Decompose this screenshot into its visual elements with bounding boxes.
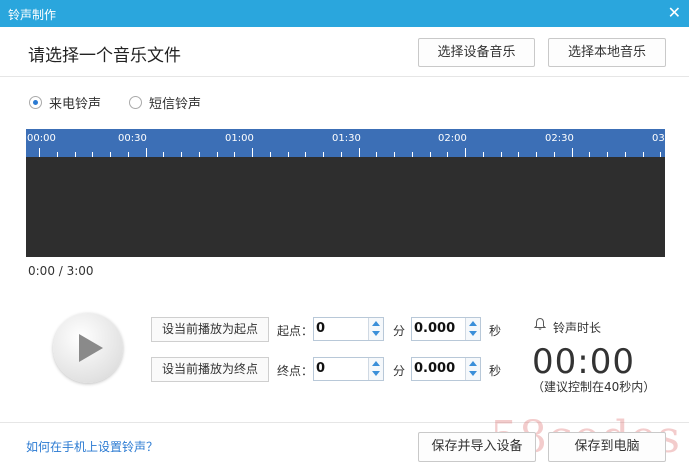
timeline-tick-mark <box>465 148 466 157</box>
end-label: 终点： <box>277 364 314 378</box>
radio-sms-ringtone[interactable]: 短信铃声 <box>129 93 201 112</box>
minute-unit: 分 <box>393 364 406 378</box>
timeline-tick-mark <box>163 152 165 157</box>
timeline-tick-mark <box>447 152 449 157</box>
timeline-tick-mark <box>234 152 236 157</box>
timeline-tick-mark <box>305 152 307 157</box>
minute-unit: 分 <box>393 324 406 338</box>
timeline-tick-mark <box>358 148 360 157</box>
bell-icon <box>533 317 547 330</box>
timeline-tick-mark <box>518 152 520 157</box>
window-title: 铃声制作 <box>8 8 57 22</box>
increment-icon[interactable] <box>469 361 477 366</box>
start-second-stepper[interactable]: 0.000 <box>411 317 481 341</box>
timeline-tick-mark <box>553 152 555 157</box>
start-second-value[interactable]: 0.000 <box>414 321 455 336</box>
timeline-tick-mark <box>287 152 289 157</box>
radio-call-ringtone-label: 来电铃声 <box>49 97 102 112</box>
timeline-tick-mark <box>340 152 342 157</box>
timeline-tick-mark <box>181 152 182 157</box>
decrement-icon[interactable] <box>469 371 477 376</box>
timeline-ruler[interactable]: 00:00 00:30 01:00 01:30 02:00 02:30 03 <box>26 129 665 157</box>
playback-time: 0:00 / 3:00 <box>28 264 94 278</box>
duration-value: 00:00 <box>532 342 635 382</box>
title-bar: 铃声制作 ✕ <box>0 0 689 27</box>
timeline-tick-mark <box>500 152 502 157</box>
timeline-tick-mark <box>252 148 253 157</box>
radio-unselected-icon <box>129 96 142 109</box>
timeline-tick-mark <box>269 152 271 157</box>
help-link[interactable]: 如何在手机上设置铃声？ <box>26 438 158 455</box>
set-end-button[interactable]: 设当前播放为终点 <box>151 357 269 382</box>
timeline-tick-mark <box>660 152 662 157</box>
timeline-tick-mark <box>589 152 591 157</box>
second-unit: 秒 <box>489 324 502 338</box>
start-label: 起点： <box>277 324 314 338</box>
select-local-music-button[interactable]: 选择本地音乐 <box>548 38 666 67</box>
timeline-tick-mark <box>411 152 413 157</box>
timeline-tick-mark <box>624 152 626 157</box>
timeline-tick-mark <box>536 152 537 157</box>
increment-icon[interactable] <box>469 321 477 326</box>
timeline-tick-mark <box>429 152 431 157</box>
radio-selected-icon <box>29 96 42 109</box>
timeline-tick-label: 02:00 <box>438 133 467 144</box>
play-icon <box>79 334 103 362</box>
increment-icon[interactable] <box>372 321 380 326</box>
timeline-tick-mark <box>482 152 484 157</box>
duration-label: 铃声时长 <box>553 321 602 335</box>
end-minute-stepper[interactable]: 0 <box>313 357 384 381</box>
duration-hint: （建议控制在40秒内） <box>532 380 656 394</box>
timeline-tick-mark <box>394 152 395 157</box>
timeline-tick-label: 03 <box>652 133 665 144</box>
header-divider <box>0 76 689 77</box>
timeline-tick-label: 00:00 <box>27 133 56 144</box>
set-start-button[interactable]: 设当前播放为起点 <box>151 317 269 342</box>
timeline-tick-mark <box>145 148 147 157</box>
end-second-value[interactable]: 0.000 <box>414 361 455 376</box>
timeline-tick-mark <box>56 152 58 157</box>
timeline-tick-mark <box>110 152 111 157</box>
radio-call-ringtone[interactable]: 来电铃声 <box>29 93 101 112</box>
timeline-tick-mark <box>198 152 200 157</box>
timeline-tick-label: 01:00 <box>225 133 254 144</box>
decrement-icon[interactable] <box>372 331 380 336</box>
timeline-tick-mark <box>323 152 324 157</box>
waveform-area[interactable]: 00:00 00:30 01:00 01:30 02:00 02:30 03 <box>26 129 665 257</box>
page-title: 请选择一个音乐文件 <box>28 46 181 66</box>
save-to-pc-button[interactable]: 保存到电脑 <box>548 432 666 462</box>
timeline-tick-mark <box>216 152 218 157</box>
second-unit: 秒 <box>489 364 502 378</box>
increment-icon[interactable] <box>372 361 380 366</box>
timeline-tick-mark <box>376 152 378 157</box>
timeline-tick-mark <box>571 148 573 157</box>
timeline-tick-label: 00:30 <box>118 133 147 144</box>
select-device-music-button[interactable]: 选择设备音乐 <box>418 38 535 67</box>
play-button[interactable] <box>53 313 123 383</box>
close-icon[interactable]: ✕ <box>668 3 681 22</box>
end-minute-value[interactable]: 0 <box>316 361 325 376</box>
timeline-tick-mark <box>39 148 40 157</box>
timeline-tick-mark <box>607 152 608 157</box>
decrement-icon[interactable] <box>469 331 477 336</box>
timeline-tick-label: 01:30 <box>332 133 361 144</box>
timeline-tick-mark <box>74 152 76 157</box>
decrement-icon[interactable] <box>372 371 380 376</box>
start-minute-value[interactable]: 0 <box>316 321 325 336</box>
radio-sms-ringtone-label: 短信铃声 <box>149 97 202 112</box>
timeline-tick-mark <box>92 152 94 157</box>
save-and-import-button[interactable]: 保存并导入设备 <box>418 432 536 462</box>
start-minute-stepper[interactable]: 0 <box>313 317 384 341</box>
timeline-tick-mark <box>127 152 129 157</box>
timeline-tick-label: 02:30 <box>545 133 574 144</box>
timeline-tick-mark <box>642 152 644 157</box>
end-second-stepper[interactable]: 0.000 <box>411 357 481 381</box>
